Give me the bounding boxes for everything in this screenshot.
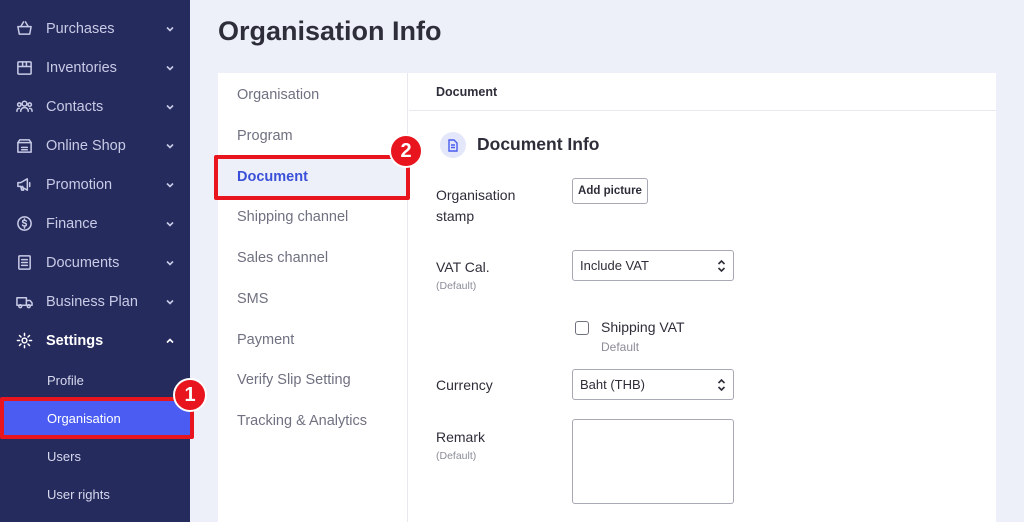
tab-sms[interactable]: SMS [218,279,408,319]
vat-select-value: Include VAT [580,258,649,273]
dollar-icon [15,215,33,233]
tab-payment[interactable]: Payment [218,320,408,360]
nav-label: Online Shop [46,137,126,154]
truck-icon [15,293,33,311]
step-badge-1: 1 [173,378,207,412]
nav-item-settings[interactable]: Settings [0,321,190,360]
vat-label: VAT Cal. [436,259,490,275]
megaphone-icon [15,176,33,194]
tab-organisation[interactable]: Organisation [218,75,408,115]
nav-label: Purchases [46,20,115,37]
tab-program[interactable]: Program [218,116,408,156]
shipping-vat-label: Shipping VAT [601,319,685,335]
document-icon [15,254,33,272]
nav-item-finance[interactable]: Finance [0,204,190,243]
nav-item-purchases[interactable]: Purchases [0,9,190,48]
chevron-down-icon [165,102,175,112]
sidebar-item-users[interactable]: Users [0,437,190,475]
nav-label: Finance [46,215,98,232]
vat-select[interactable]: Include VAT [572,250,734,281]
nav-item-promotion[interactable]: Promotion [0,165,190,204]
currency-select[interactable]: Baht (THB) [572,369,734,400]
basket-icon [15,20,33,38]
tab-shipping-channel[interactable]: Shipping channel [218,197,408,237]
stamp-label-line-1: Organisation [436,187,516,203]
shipping-vat-checkbox[interactable] [575,321,589,335]
chevron-down-icon [165,141,175,151]
sub-item-label: User rights [47,486,110,502]
chevron-down-icon [165,297,175,307]
sidebar-item-organisation[interactable]: Organisation [3,400,190,436]
section-title: Document Info [477,134,600,154]
sidebar-item-user-rights[interactable]: User rights [0,475,190,513]
step-badge-2: 2 [389,134,423,168]
remark-textarea[interactable] [572,419,734,504]
updown-arrows-icon [717,378,726,392]
remark-label: Remark [436,429,486,445]
sidebar-item-profile[interactable]: Profile [0,361,190,399]
chevron-down-icon [165,219,175,229]
nav-label: Contacts [46,98,104,115]
stamp-label-line-2: stamp [436,208,475,224]
chevron-down-icon [165,24,175,34]
tab-sales-channel[interactable]: Sales channel [218,238,408,278]
nav-label: Inventories [46,59,117,76]
gear-icon [15,332,33,350]
box-icon [15,59,33,77]
sidebar: Purchases Inventories Contacts Online Sh… [0,0,190,522]
sub-item-label: Users [47,448,81,464]
tab-document[interactable]: Document [218,157,408,197]
nav-item-business-plan[interactable]: Business Plan [0,282,190,321]
page-title: Organisation Info [218,16,442,46]
currency-select-value: Baht (THB) [580,377,646,392]
chevron-up-icon [165,336,175,346]
chevron-down-icon [165,180,175,190]
sub-item-label: Profile [47,372,84,388]
nav-label: Settings [46,332,104,349]
nav-item-online-shop[interactable]: Online Shop [0,126,190,165]
document-icon [440,132,466,158]
tab-verify-slip-setting[interactable]: Verify Slip Setting [218,360,408,400]
stamp-label: Organisation stamp [436,185,515,227]
nav-item-contacts[interactable]: Contacts [0,87,190,126]
settings-tabs: Organisation Program Document Shipping c… [218,73,408,522]
nav-label: Documents [46,254,120,271]
nav-item-documents[interactable]: Documents [0,243,190,282]
shop-icon [15,137,33,155]
nav-label: Promotion [46,176,113,193]
people-icon [15,98,33,116]
add-picture-button[interactable]: Add picture [572,178,648,204]
nav-item-inventories[interactable]: Inventories [0,48,190,87]
nav-label: Business Plan [46,293,138,310]
settings-card: Organisation Program Document Shipping c… [218,73,996,522]
sub-item-label: Organisation [47,410,121,426]
remark-sub-label: (Default) [436,450,477,462]
currency-label: Currency [436,377,493,393]
vat-sub-label: (Default) [436,280,477,292]
updown-arrows-icon [717,259,726,273]
tab-tracking-analytics[interactable]: Tracking & Analytics [218,401,408,441]
shipping-vat-sub-label: Default [601,340,640,354]
chevron-down-icon [165,258,175,268]
content-header: Document [409,73,996,111]
chevron-down-icon [165,63,175,73]
